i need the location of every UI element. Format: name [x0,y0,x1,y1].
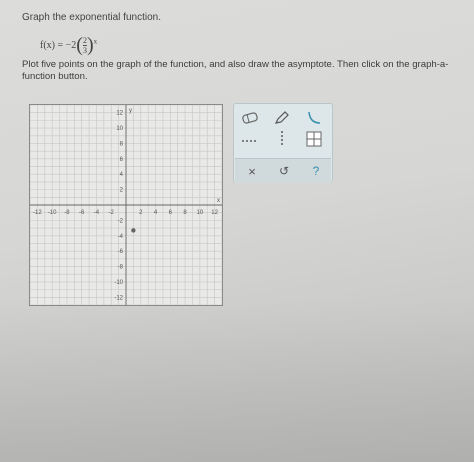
x-tick-label: 6 [169,210,173,216]
help-button[interactable]: ? [304,162,328,180]
x-tick-label: -2 [109,210,115,216]
plotted-point [131,228,136,233]
y-tick-label: 10 [116,126,123,132]
x-tick-label: 10 [197,210,204,216]
photo-shadow [0,300,474,462]
x-tick-label: -4 [94,210,100,216]
x-tick-label: -12 [33,210,42,216]
vertical-line-icon[interactable] [270,130,294,148]
x-tick-label: -8 [64,210,70,216]
y-tick-label: -6 [118,249,124,255]
x-tick-label: 8 [183,210,187,216]
y-tick-label: -12 [114,295,123,301]
eraser-icon[interactable] [238,109,262,127]
y-tick-label: 4 [120,172,124,178]
pencil-icon[interactable] [270,109,294,127]
prompt-text: Plot five points on the graph of the fun… [22,59,449,82]
close-button[interactable]: × [240,162,264,180]
function-expression: f(x) = −2(2 3)x [40,34,97,57]
y-tick-label: 8 [120,141,124,147]
graph-toolbar: × ↺ ? [233,103,333,183]
x-tick-label: 2 [139,210,143,216]
undo-button[interactable]: ↺ [272,162,296,180]
right-paren: ) [86,34,94,56]
y-tick-label: 12 [116,111,123,117]
instruction-text: Graph the exponential function. [22,12,161,23]
graph-canvas[interactable]: -12 -10 -8 -6 -4 -2 2 4 6 8 10 12 12 10 8 6 4 2 -2 -4 -6 -8 -1… [29,104,223,306]
function-grid-icon[interactable] [302,130,326,148]
x-axis-label: x [217,198,220,204]
x-tick-label: 4 [154,210,158,216]
left-paren: ( [76,34,83,56]
y-tick-label: 2 [120,188,124,194]
y-tick-label: 6 [120,157,124,163]
y-tick-label: -2 [118,218,124,224]
y-tick-label: -8 [118,265,124,271]
graph-svg[interactable]: -12 -10 -8 -6 -4 -2 2 4 6 8 10 12 12 10 8 6 4 2 -2 -4 -6 -8 -1… [30,105,222,305]
curve-icon[interactable] [302,109,326,127]
x-tick-label: 12 [211,210,218,216]
y-axis-label: y [129,108,132,114]
dashed-line-icon[interactable] [238,132,262,150]
function-lhs: f(x) = −2 [40,39,77,51]
x-tick-label: -10 [48,210,57,216]
y-tick-label: -10 [114,280,123,286]
x-tick-label: -6 [79,210,85,216]
exponent: x [93,37,98,46]
y-tick-label: -4 [118,234,124,240]
